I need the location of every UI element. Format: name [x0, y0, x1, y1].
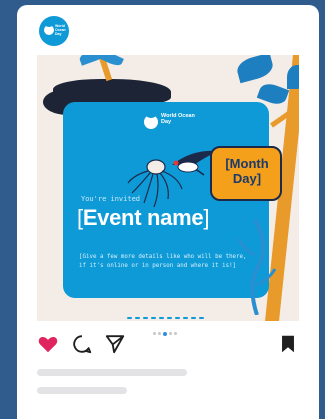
carousel-indicator[interactable]: [153, 325, 179, 336]
fish: [135, 317, 140, 319]
world-ocean-day-logo-icon: [144, 112, 158, 129]
event-details: [Give a few more details like who will b…: [79, 254, 247, 269]
avatar[interactable]: World Ocean Day: [39, 16, 69, 46]
caption-placeholder-line: [37, 369, 187, 376]
fish: [167, 317, 172, 319]
date-badge: [Month Day]: [210, 146, 282, 201]
bracket-close: ]: [203, 205, 210, 230]
tree-leaf: [234, 55, 276, 84]
post-image[interactable]: World Ocean Day You're invited [Event na…: [37, 55, 299, 321]
fish: [183, 317, 188, 319]
caption-placeholder-line: [37, 387, 127, 394]
send-icon[interactable]: [104, 333, 126, 355]
fish: [151, 317, 156, 319]
fish: [159, 317, 164, 319]
date-badge-text: [Month Day]: [225, 156, 269, 186]
fish-school: [127, 306, 227, 319]
post-card: World Ocean Day World Ocean Day You're i…: [17, 5, 319, 419]
kelp: [237, 219, 277, 315]
bookmark-icon[interactable]: [277, 333, 299, 355]
comment-icon[interactable]: [71, 333, 93, 355]
fish: [127, 317, 132, 319]
event-logo: World Ocean Day: [144, 112, 195, 133]
tree-leaf: [287, 65, 299, 89]
post-actions: [37, 333, 299, 355]
fish: [199, 317, 204, 319]
invited-label: You're invited: [81, 195, 141, 203]
logo-text: World Ocean Day: [161, 113, 195, 125]
event-name-text: Event name: [82, 205, 204, 230]
heart-icon[interactable]: [37, 333, 59, 355]
event-name-title: [Event name]: [77, 205, 209, 231]
avatar-text: World Ocean Day: [55, 24, 66, 36]
fish: [175, 317, 180, 319]
fish: [143, 317, 148, 319]
fish: [191, 317, 196, 319]
world-ocean-day-logo-icon: [44, 22, 54, 35]
